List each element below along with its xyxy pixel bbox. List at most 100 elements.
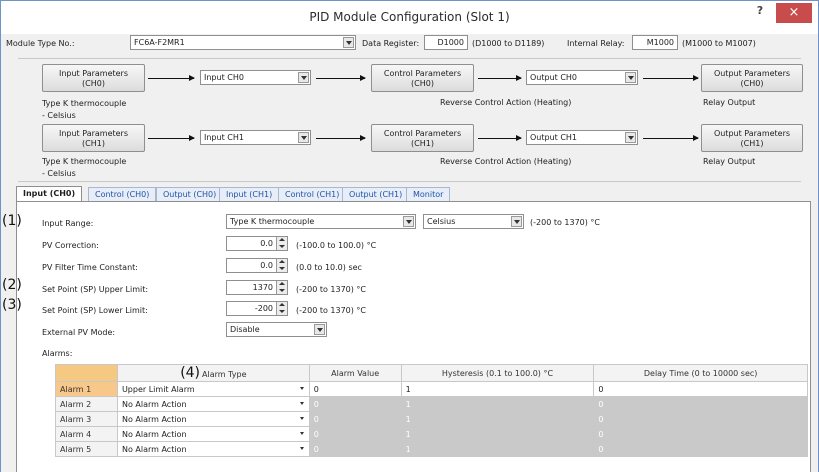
row-header: Alarm 2: [55, 396, 118, 412]
pv-correction-label: PV Correction:: [42, 241, 99, 250]
chevron-down-icon[interactable]: [511, 216, 522, 227]
chevron-down-icon[interactable]: [299, 402, 304, 405]
pv-filter-label: PV Filter Time Constant:: [42, 263, 138, 272]
alarm-value-cell[interactable]: 0: [308, 381, 402, 397]
hysteresis-cell: 1: [400, 396, 595, 412]
flow-arrow: [643, 135, 699, 141]
output-ch0-select[interactable]: Output CH0: [526, 70, 638, 85]
data-register-label: Data Register:: [362, 39, 420, 48]
pv-correction-hint: (-100.0 to 100.0) °C: [296, 241, 377, 250]
sp-lower-limit-spinner[interactable]: -200: [226, 301, 288, 316]
table-corner: [55, 364, 118, 382]
external-pv-mode-select[interactable]: Disable: [226, 322, 327, 337]
input-parameters-ch0-button[interactable]: Input Parameters (CH0): [42, 64, 145, 92]
tab-input-ch1[interactable]: Input (CH1): [219, 187, 280, 201]
col-hysteresis: Hysteresis (0.1 to 100.0) °C: [400, 364, 595, 382]
alarm-type-cell[interactable]: No Alarm Action: [116, 396, 310, 412]
sp-upper-limit-hint: (-200 to 1370) °C: [296, 285, 367, 294]
pv-filter-value: 0.0: [260, 261, 273, 270]
title-bar: PID Module Configuration (Slot 1) ? ×: [0, 0, 819, 34]
chevron-down-icon[interactable]: [625, 132, 636, 143]
unit-select[interactable]: Celsius: [423, 214, 524, 229]
sp-lower-limit-hint: (-200 to 1370) °C: [296, 306, 367, 315]
control-parameters-ch0-button[interactable]: Control Parameters (CH0): [371, 64, 474, 92]
tab-output-ch0[interactable]: Output (CH0): [156, 187, 224, 201]
output-ch0-description: Relay Output: [703, 98, 756, 107]
input-range-select[interactable]: Type K thermocouple: [226, 214, 416, 229]
tab-input-ch0[interactable]: Input (CH0): [16, 186, 83, 201]
chevron-down-icon[interactable]: [403, 216, 414, 227]
output-ch1-select[interactable]: Output CH1: [526, 130, 638, 145]
output-parameters-ch0-button[interactable]: Output Parameters (CH0): [701, 64, 803, 92]
tab-control-ch0[interactable]: Control (CH0): [88, 187, 157, 201]
pv-correction-spinner[interactable]: 0.0: [226, 236, 288, 251]
alarm-type-value: Upper Limit Alarm: [121, 384, 195, 394]
table-row[interactable]: Alarm 5 No Alarm Action 0 1 0: [55, 441, 808, 457]
alarm-type-value: No Alarm Action: [121, 429, 187, 439]
spin-arrows-icon[interactable]: [276, 259, 287, 272]
data-register-input[interactable]: D1000: [424, 35, 468, 50]
marker-1: (1): [2, 213, 22, 229]
module-type-label: Module Type No.:: [6, 39, 75, 48]
chevron-down-icon[interactable]: [314, 324, 325, 335]
alarm-value-cell: 0: [308, 441, 402, 457]
table-row[interactable]: Alarm 3 No Alarm Action 0 1 0: [55, 411, 808, 427]
alarm-type-cell[interactable]: Upper Limit Alarm: [116, 381, 310, 397]
internal-relay-input[interactable]: M1000: [632, 35, 678, 50]
col-alarm-value: Alarm Value: [308, 364, 402, 382]
flow-arrow: [316, 75, 366, 81]
window-title: PID Module Configuration (Slot 1): [309, 10, 510, 24]
chevron-down-icon[interactable]: [625, 72, 636, 83]
tab-control-ch1[interactable]: Control (CH1): [278, 187, 347, 201]
chevron-down-icon[interactable]: [343, 37, 354, 48]
table-row[interactable]: Alarm 2 No Alarm Action 0 1 0: [55, 396, 808, 412]
table-row[interactable]: Alarm 1 Upper Limit Alarm 0 1 0: [55, 381, 808, 397]
tab-monitor[interactable]: Monitor: [406, 187, 451, 201]
chevron-down-icon[interactable]: [298, 72, 309, 83]
close-button[interactable]: ×: [776, 3, 812, 23]
spin-arrows-icon[interactable]: [276, 237, 287, 250]
tab-output-ch1[interactable]: Output (CH1): [342, 187, 410, 201]
input-ch1-description: Type K thermocouple - Celsius: [42, 157, 127, 178]
alarm-type-cell[interactable]: No Alarm Action: [116, 441, 310, 457]
sp-upper-limit-spinner[interactable]: 1370: [226, 280, 288, 295]
chevron-down-icon[interactable]: [299, 447, 304, 450]
help-button[interactable]: ?: [752, 4, 768, 20]
spin-arrows-icon[interactable]: [276, 281, 287, 294]
row-header: Alarm 5: [55, 441, 118, 457]
delay-time-cell[interactable]: 0: [593, 381, 808, 397]
chevron-down-icon[interactable]: [299, 387, 304, 390]
marker-2: (2): [2, 277, 22, 293]
output-ch1-description: Relay Output: [703, 157, 756, 166]
alarm-type-cell[interactable]: No Alarm Action: [116, 411, 310, 427]
input-ch1-select[interactable]: Input CH1: [200, 130, 311, 145]
sp-upper-limit-value: 1370: [252, 283, 273, 292]
chevron-down-icon[interactable]: [299, 432, 304, 435]
input-ch0-select[interactable]: Input CH0: [200, 70, 311, 85]
input-ch0-value: Input CH0: [204, 73, 244, 82]
row-header: Alarm 4: [55, 426, 118, 442]
marker-4: (4): [180, 365, 201, 381]
table-row[interactable]: Alarm 4 No Alarm Action 0 1 0: [55, 426, 808, 442]
internal-relay-range: (M1000 to M1007): [682, 39, 756, 48]
sp-upper-limit-label: Set Point (SP) Upper Limit:: [42, 285, 149, 294]
module-type-select[interactable]: FC6A-F2MR1: [130, 35, 356, 50]
chevron-down-icon[interactable]: [298, 132, 309, 143]
input-parameters-ch1-button[interactable]: Input Parameters (CH1): [42, 124, 145, 152]
module-type-value: FC6A-F2MR1: [134, 38, 185, 47]
alarm-type-value: No Alarm Action: [121, 399, 187, 409]
flow-arrow: [148, 75, 195, 81]
pv-filter-spinner[interactable]: 0.0: [226, 258, 288, 273]
flow-arrow: [148, 135, 195, 141]
flow-arrow: [316, 135, 366, 141]
spin-arrows-icon[interactable]: [276, 302, 287, 315]
output-parameters-ch1-button[interactable]: Output Parameters (CH1): [701, 124, 803, 152]
sp-lower-limit-value: -200: [254, 304, 273, 313]
control-parameters-ch1-button[interactable]: Control Parameters (CH1): [371, 124, 474, 152]
alarm-type-cell[interactable]: No Alarm Action: [116, 426, 310, 442]
input-range-hint: (-200 to 1370) °C: [530, 218, 601, 227]
input-range-label: Input Range:: [42, 219, 94, 228]
chevron-down-icon[interactable]: [299, 417, 304, 420]
input-range-value: Type K thermocouple: [230, 217, 315, 226]
hysteresis-cell[interactable]: 1: [400, 381, 595, 397]
